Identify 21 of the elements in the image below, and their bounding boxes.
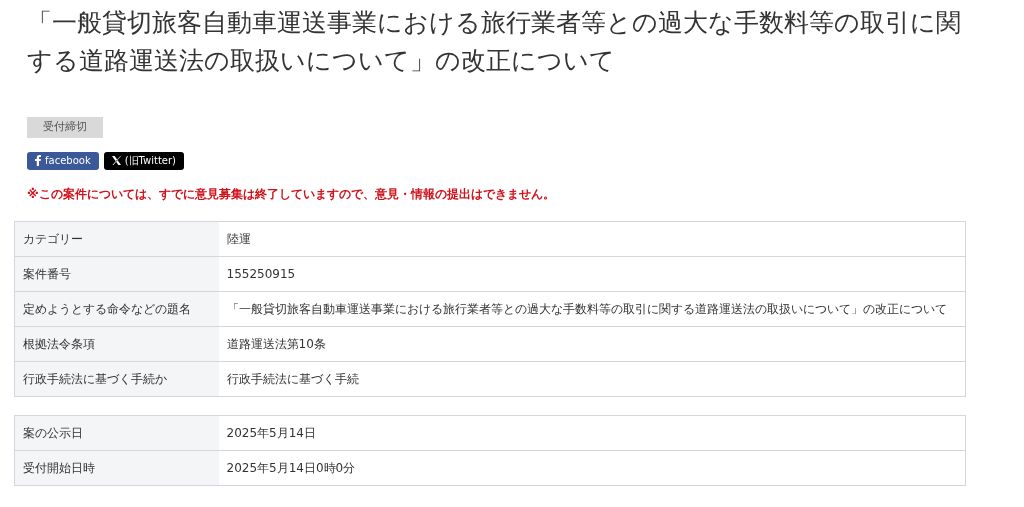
page-title: 「一般貸切旅客自動車運送事業における旅行業者等との過大な手数料等の取引に関する道路運送法の取扱いについて」の改正について — [27, 7, 962, 77]
row-value: 陸運 — [218, 221, 966, 256]
x-logo-icon — [111, 156, 121, 165]
row-value: 行政手続法に基づく手続 — [218, 361, 966, 396]
row-value: 道路運送法第10条 — [218, 326, 966, 361]
row-value: 2025年5月14日 — [218, 415, 966, 450]
row-label: 定めようとする命令などの題名 — [14, 291, 219, 326]
row-label: 根拠法令条項 — [14, 326, 219, 361]
x-share-button[interactable]: (旧Twitter) — [103, 151, 184, 170]
facebook-share-button[interactable]: facebook — [27, 151, 99, 170]
closed-notice: ※この案件については、すでに意見募集は終了していますので、意見・情報の提出はできません。 — [27, 185, 556, 203]
row-value: 「一般貸切旅客自動車運送事業における旅行業者等との過大な手数料等の取引に関する道路運送法の取扱いについて」の改正について — [218, 291, 966, 326]
row-label: 行政手続法に基づく手続か — [14, 361, 219, 396]
row-label: 案件番号 — [14, 256, 219, 291]
row-label: 案の公示日 — [14, 415, 219, 450]
status-badge: 受付締切 — [27, 117, 103, 138]
row-label: カテゴリー — [14, 221, 219, 256]
row-value: 2025年5月14日0時0分 — [218, 450, 966, 485]
row-label: 受付開始日時 — [14, 450, 219, 485]
row-value: 155250915 — [218, 256, 966, 291]
facebook-icon — [35, 155, 41, 166]
